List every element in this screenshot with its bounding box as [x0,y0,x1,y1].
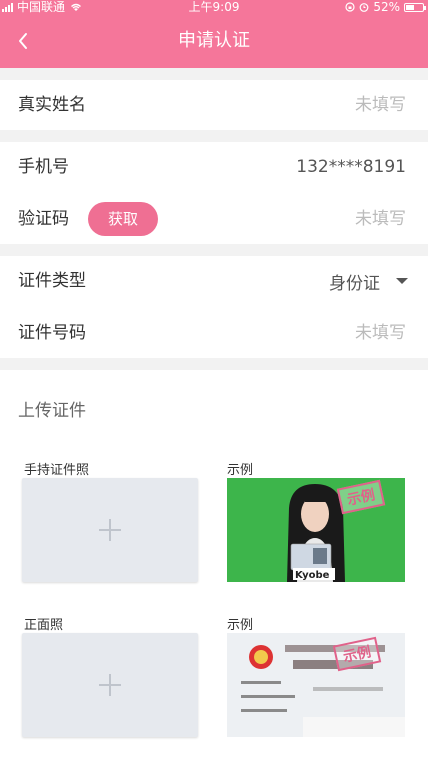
name-section: 真实姓名 未填写 [0,80,428,130]
phone-row: 手机号 132****8191 [0,142,428,192]
caret-down-icon [396,278,408,284]
id-type-select[interactable]: 身份证 [329,256,408,306]
alarm-icon [359,3,369,12]
id-type-value: 身份证 [329,273,380,294]
id-number-row[interactable]: 证件号码 未填写 [0,308,428,358]
plus-icon [99,674,121,696]
id-section: 证件类型 身份证 证件号码 未填写 [0,256,428,358]
handheld-photo-upload[interactable] [22,478,198,582]
front-photo-upload[interactable] [22,633,198,737]
verification-code-row: 验证码 获取 未填写 [0,194,428,244]
real-name-row[interactable]: 真实姓名 未填写 [0,80,428,130]
status-right: 52% [345,0,426,14]
front-photo-label: 正面照 [24,618,64,633]
example-label-2: 示例 [227,618,254,633]
handheld-example-image: Kyobe 示例 [227,478,405,582]
phone-label: 手机号 [18,157,69,177]
upload-section-title: 上传证件 [18,401,86,421]
verification-code-field[interactable]: 未填写 [355,194,406,244]
page-title: 申请认证 [178,30,250,51]
svg-text:Kyobe: Kyobe [295,570,330,581]
battery-icon [404,2,426,12]
id-type-row[interactable]: 证件类型 身份证 [0,256,428,306]
id-number-label: 证件号码 [18,323,86,343]
verification-code-label: 验证码 [18,209,69,229]
id-type-label: 证件类型 [18,271,86,291]
get-code-button[interactable]: 获取 [88,202,158,236]
nav-bar: 申请认证 [0,14,428,68]
real-name-label: 真实姓名 [18,95,86,115]
id-number-field[interactable]: 未填写 [355,308,406,358]
plus-icon [99,519,121,541]
real-name-field[interactable]: 未填写 [355,80,406,130]
battery-percent: 52% [373,0,400,14]
id-card-example-image: 示例 [227,633,405,737]
handheld-photo-label: 手持证件照 [24,463,90,478]
phone-section: 手机号 132****8191 验证码 获取 未填写 [0,142,428,244]
example-label: 示例 [227,463,254,478]
phone-value: 132****8191 [296,157,406,177]
status-bar: 中国联通 上午9:09 52% [0,0,428,14]
lock-rotation-icon [345,2,355,12]
